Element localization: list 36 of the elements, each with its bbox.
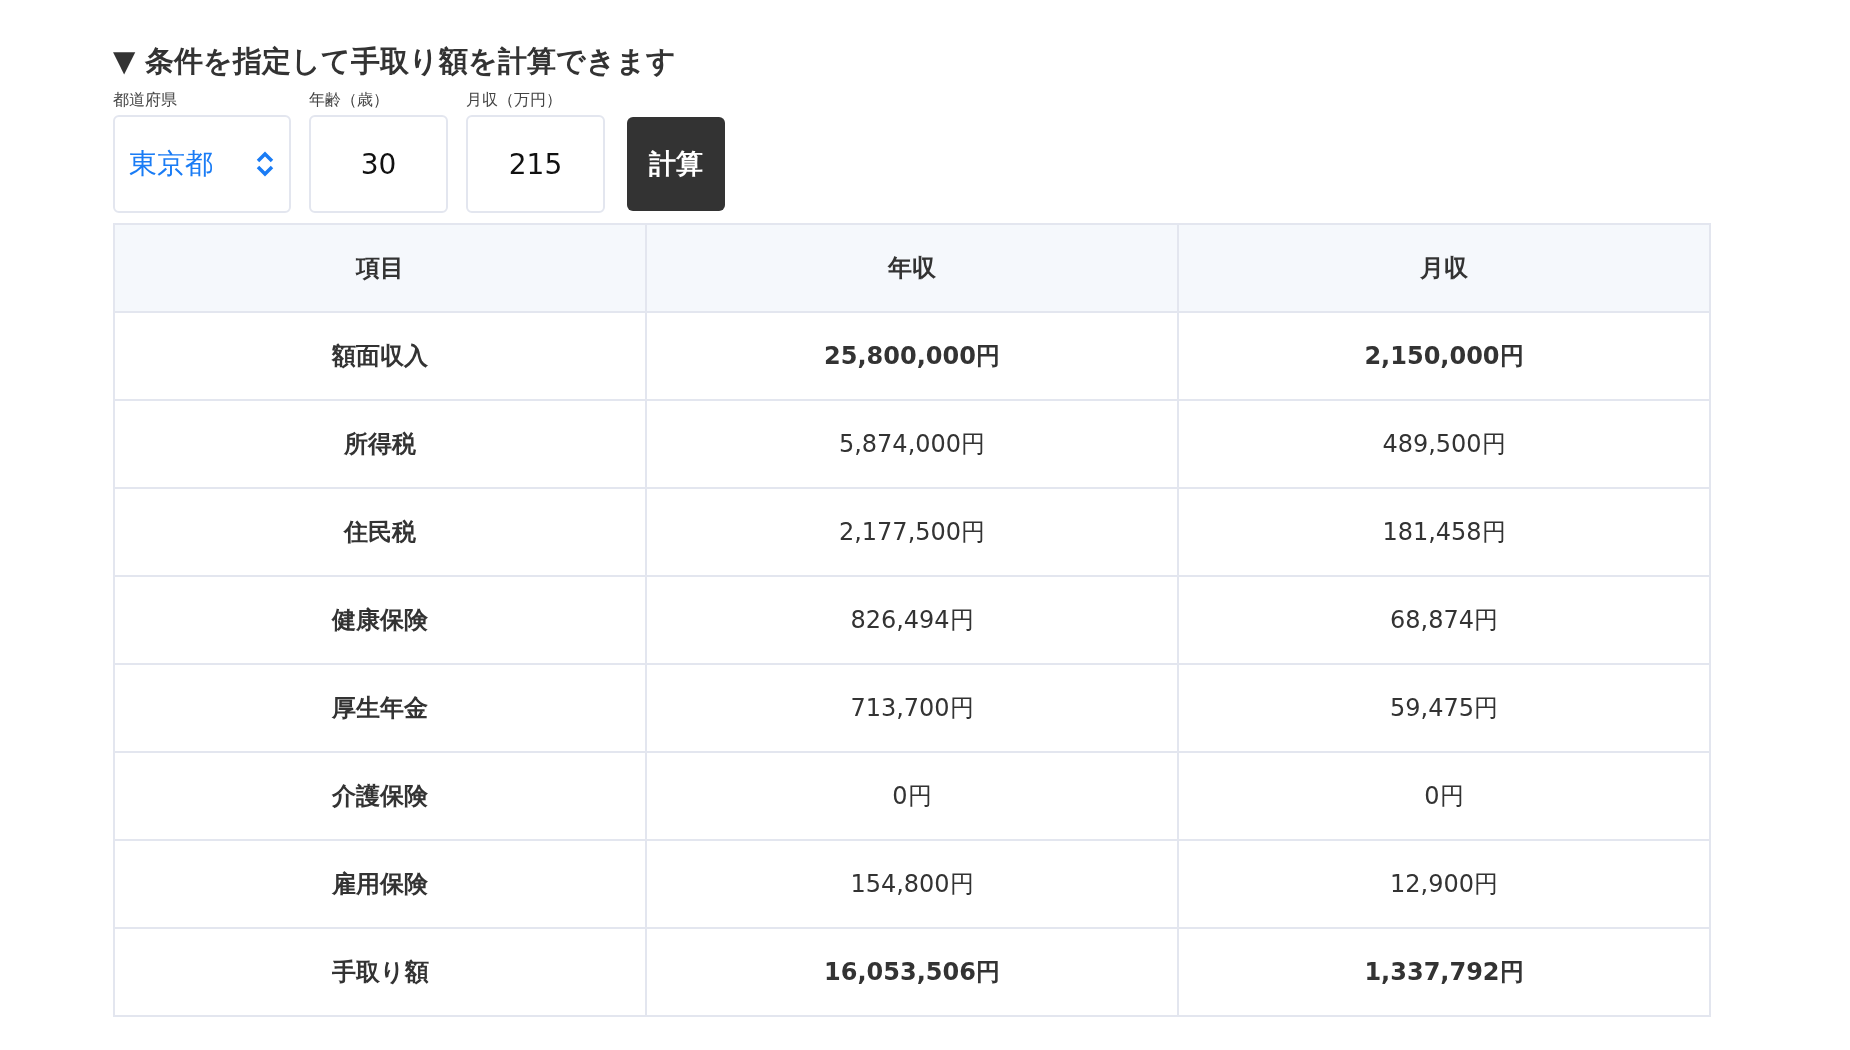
table-cell: 住民税 — [114, 488, 646, 576]
table-cell: 5,874,000円 — [646, 400, 1178, 488]
table-cell: 所得税 — [114, 400, 646, 488]
column-header: 月収 — [1178, 224, 1710, 312]
table-cell: 2,177,500円 — [646, 488, 1178, 576]
chevron-up-down-icon — [255, 151, 275, 177]
table-cell: 0円 — [1178, 752, 1710, 840]
field-label: 年齢（歳） — [309, 90, 390, 111]
table-cell: 厚生年金 — [114, 664, 646, 752]
table-cell: 額面収入 — [114, 312, 646, 400]
table-cell: 181,458円 — [1178, 488, 1710, 576]
table-cell: 713,700円 — [646, 664, 1178, 752]
table-cell: 489,500円 — [1178, 400, 1710, 488]
column-header: 年収 — [646, 224, 1178, 312]
field-label: 月収（万円） — [466, 90, 563, 111]
table-cell: 手取り額 — [114, 928, 646, 1016]
field-label: 都道府県 — [113, 90, 178, 111]
prefecture-select[interactable]: 東京都 — [113, 115, 291, 213]
table-cell: 16,053,506円 — [646, 928, 1178, 1016]
table-cell: 1,337,792円 — [1178, 928, 1710, 1016]
table-cell: 健康保険 — [114, 576, 646, 664]
table-cell: 介護保険 — [114, 752, 646, 840]
table-cell: 12,900円 — [1178, 840, 1710, 928]
age-input[interactable]: 30 — [309, 115, 448, 213]
column-header: 項目 — [114, 224, 646, 312]
table-cell: 2,150,000円 — [1178, 312, 1710, 400]
section-heading: ▼ 条件を指定して手取り額を計算できます — [113, 43, 678, 80]
table-cell: 68,874円 — [1178, 576, 1710, 664]
table-cell: 154,800円 — [646, 840, 1178, 928]
table-cell: 59,475円 — [1178, 664, 1710, 752]
income-input[interactable]: 215 — [466, 115, 605, 213]
table-cell: 25,800,000円 — [646, 312, 1178, 400]
calculate-button[interactable]: 計算 — [627, 117, 725, 211]
table-cell: 826,494円 — [646, 576, 1178, 664]
table-cell: 0円 — [646, 752, 1178, 840]
table-cell: 雇用保険 — [114, 840, 646, 928]
